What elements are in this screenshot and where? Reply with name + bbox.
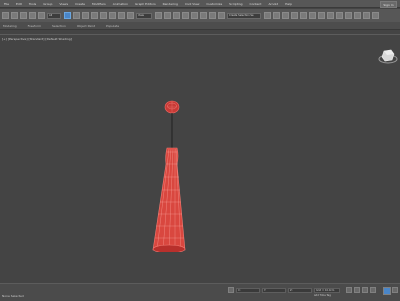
x-coordinate-field[interactable]: X:	[236, 288, 260, 293]
sign-in-button[interactable]: Sign In	[380, 1, 397, 8]
toggle-layer-explorer-icon[interactable]	[291, 12, 298, 19]
status-bar: None Selected X: Y: Z: Grid = 10.0cm Add…	[0, 283, 400, 301]
menu-tools[interactable]: Tools	[29, 2, 36, 6]
tab-freeform[interactable]: Freeform	[28, 24, 41, 28]
mirror-icon[interactable]	[264, 12, 271, 19]
toggle-ribbon-icon[interactable]	[300, 12, 307, 19]
y-coordinate-field[interactable]: Y:	[262, 288, 286, 293]
menu-content[interactable]: Content	[250, 2, 262, 6]
menu-customize[interactable]: Customize	[206, 2, 222, 6]
placement-icon[interactable]	[127, 12, 134, 19]
menu-views[interactable]: Views	[59, 2, 68, 6]
named-selection-sets-input[interactable]: Create Selection Se	[227, 12, 261, 19]
ribbon-tabs: Modeling Freeform Selection Object Paint…	[0, 22, 400, 30]
a360-gallery-icon[interactable]	[372, 12, 379, 19]
grid-readout: Grid = 10.0cm	[314, 288, 340, 293]
link-icon[interactable]	[20, 12, 27, 19]
pendant-lamp-wireframe[interactable]	[145, 97, 195, 252]
viewport-label[interactable]: [+] [Perspective] [Standard] [Default Sh…	[2, 37, 72, 41]
selection-status: None Selected	[2, 294, 24, 298]
menu-modifiers[interactable]: Modifiers	[92, 2, 106, 6]
tab-populate[interactable]: Populate	[106, 24, 119, 28]
angle-snap-icon[interactable]	[191, 12, 198, 19]
tab-object-paint[interactable]: Object Paint	[77, 24, 95, 28]
render-setup-icon[interactable]	[336, 12, 343, 19]
selection-filter-dropdown[interactable]: All	[47, 12, 61, 19]
select-by-name-icon[interactable]	[73, 12, 80, 19]
select-object-icon[interactable]	[64, 12, 71, 19]
rotate-icon[interactable]	[109, 12, 116, 19]
tab-modeling[interactable]: Modeling	[3, 24, 17, 28]
time-config-icon[interactable]	[370, 287, 376, 293]
menu-create[interactable]: Create	[75, 2, 85, 6]
pivot-center-icon[interactable]	[155, 12, 162, 19]
render-production-icon[interactable]	[354, 12, 361, 19]
reference-coordinate-dropdown[interactable]: View	[136, 12, 152, 19]
zoom-extents-icon[interactable]	[392, 287, 398, 293]
align-icon[interactable]	[273, 12, 280, 19]
percent-snap-icon[interactable]	[200, 12, 207, 19]
spinner-snap-icon[interactable]	[209, 12, 216, 19]
menu-arnold[interactable]: Arnold	[268, 2, 278, 6]
tab-selection[interactable]: Selection	[52, 24, 66, 28]
main-toolbar: All View Create Selection Se	[0, 9, 400, 22]
redo-icon[interactable]	[11, 12, 18, 19]
keyboard-shortcut-icon[interactable]	[173, 12, 180, 19]
schematic-view-icon[interactable]	[318, 12, 325, 19]
bind-space-warp-icon[interactable]	[38, 12, 45, 19]
rendered-frame-window-icon[interactable]	[345, 12, 352, 19]
menu-animation[interactable]: Animation	[113, 2, 128, 6]
selection-region-icon[interactable]	[82, 12, 89, 19]
add-time-tag-button[interactable]: Add Time Tag	[314, 294, 331, 297]
menu-group[interactable]: Group	[43, 2, 52, 6]
window-crossing-icon[interactable]	[91, 12, 98, 19]
undo-icon[interactable]	[2, 12, 9, 19]
edit-named-selection-icon[interactable]	[218, 12, 225, 19]
material-editor-icon[interactable]	[327, 12, 334, 19]
perspective-viewport[interactable]: [+] [Perspective] [Standard] [Default Sh…	[0, 34, 400, 283]
set-key-button[interactable]	[354, 287, 360, 293]
snaps-toggle-icon[interactable]	[182, 12, 189, 19]
auto-key-button[interactable]	[346, 287, 352, 293]
toggle-scene-explorer-icon[interactable]	[282, 12, 289, 19]
menu-file[interactable]: File	[4, 2, 9, 6]
menu-bar: File Edit Tools Group Views Create Modif…	[0, 0, 400, 8]
scale-icon[interactable]	[118, 12, 125, 19]
unlink-icon[interactable]	[29, 12, 36, 19]
menu-scripting[interactable]: Scripting	[229, 2, 242, 6]
lock-selection-icon[interactable]	[228, 287, 234, 293]
menu-graph-editors[interactable]: Graph Editors	[135, 2, 156, 6]
curve-editor-icon[interactable]	[309, 12, 316, 19]
move-icon[interactable]	[100, 12, 107, 19]
select-manipulate-icon[interactable]	[164, 12, 171, 19]
menu-edit[interactable]: Edit	[16, 2, 22, 6]
z-coordinate-field[interactable]: Z:	[288, 288, 312, 293]
menu-help[interactable]: Help	[285, 2, 292, 6]
menu-rendering[interactable]: Rendering	[163, 2, 178, 6]
viewcube-icon[interactable]	[372, 45, 400, 67]
play-animation-icon[interactable]	[362, 287, 368, 293]
add-viewport-icon[interactable]	[383, 287, 391, 295]
render-in-cloud-icon[interactable]	[363, 12, 370, 19]
menu-civil-view[interactable]: Civil View	[185, 2, 199, 6]
